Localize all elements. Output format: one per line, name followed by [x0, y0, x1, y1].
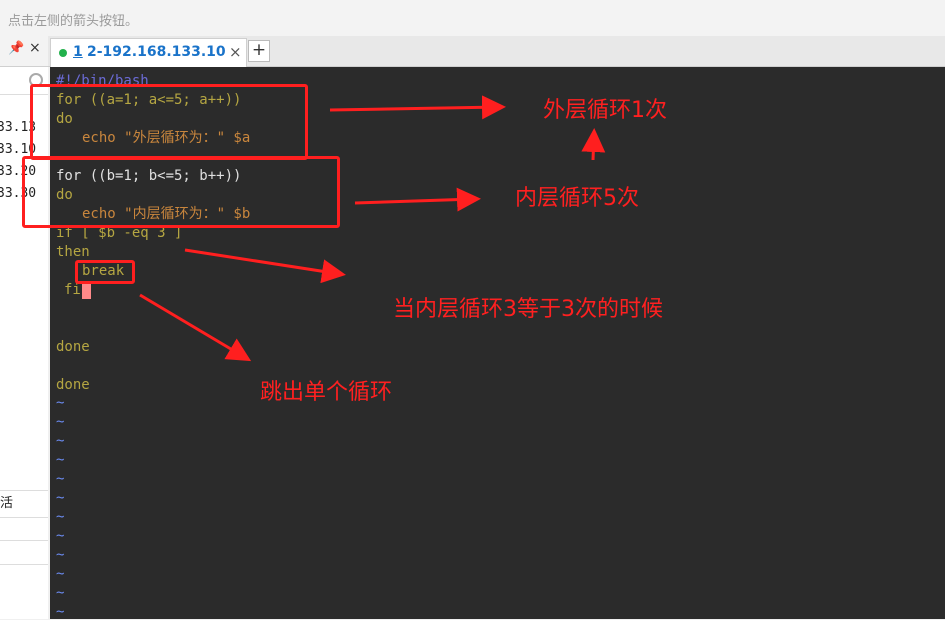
arrow-up [581, 128, 606, 161]
annotation-outer: 外层循环1次 [543, 98, 667, 123]
arrow-break [139, 293, 252, 362]
arrow-outer [329, 95, 506, 120]
annotation-inner: 内层循环5次 [515, 186, 639, 211]
annotation-exit: 跳出单个循环 [260, 380, 393, 405]
arrow-if [184, 248, 346, 284]
arrow-inner [354, 187, 481, 212]
annotation-when: 当内层循环3等于3次的时候 [393, 297, 663, 322]
